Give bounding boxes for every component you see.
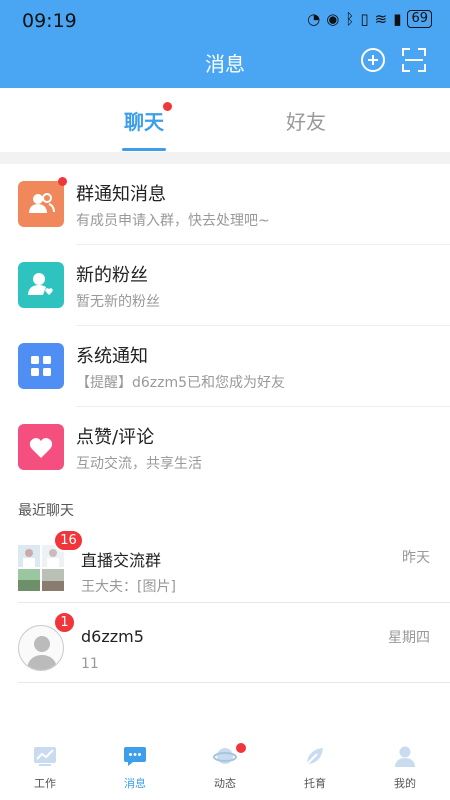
notice-system[interactable]: 系统通知 【提醒】d6zzm5已和您成为好友	[0, 326, 450, 407]
tab-friends[interactable]: 好友	[286, 106, 326, 135]
vibrate-icon: ▯	[360, 10, 369, 28]
active-tab-indicator	[122, 148, 166, 151]
bottom-nav: 工作 消息 动态 托育 我的	[0, 735, 450, 800]
chat-name: d6zzm5	[81, 627, 144, 646]
chat-item-user[interactable]: 1 d6zzm5 11 星期四	[0, 603, 450, 683]
fans-icon	[18, 262, 64, 308]
notice-subtitle: 【提醒】d6zzm5已和您成为好友	[76, 375, 286, 391]
group-avatar	[18, 545, 64, 591]
notice-new-fans[interactable]: 新的粉丝 暂无新的粉丝	[0, 245, 450, 326]
chat-time: 星期四	[388, 630, 430, 646]
chart-icon	[33, 744, 57, 768]
unread-badge: 1	[53, 611, 76, 634]
notice-title: 系统通知	[76, 346, 148, 367]
status-bar: 09:19 ◔ ◉ ᛒ ▯ ≋ ▮ 69	[0, 0, 450, 42]
wifi-icon: ≋	[374, 10, 388, 28]
add-icon[interactable]	[361, 48, 385, 72]
recent-chats-label: 最近聊天	[18, 503, 74, 519]
leaf-icon	[303, 744, 327, 768]
bluetooth-icon: ᛒ	[345, 10, 355, 28]
chat-item-group[interactable]: 16 直播交流群 王大夫：[图片] 昨天	[0, 523, 450, 603]
nav-label: 托育	[304, 777, 326, 790]
status-icons: ◔ ◉ ᛒ ▯ ≋ ▮ 69	[307, 10, 432, 28]
group-icon	[18, 177, 67, 227]
planet-icon	[213, 744, 237, 768]
nav-label: 工作	[34, 777, 56, 790]
nav-profile[interactable]: 我的	[360, 735, 450, 800]
alert-icon: ▮	[393, 10, 402, 28]
chat-last-message: 王大夫：[图片]	[81, 579, 176, 595]
section-divider	[0, 152, 450, 164]
nav-moments[interactable]: 动态	[180, 735, 270, 800]
scan-icon[interactable]	[402, 48, 426, 72]
eye-icon: ◉	[326, 10, 340, 28]
battery-icon: 69	[407, 10, 432, 28]
tab-bar: 聊天 好友	[0, 88, 450, 152]
notice-likes-comments[interactable]: 点赞/评论 互动交流，共享生活	[0, 407, 450, 488]
unread-badge: 16	[53, 529, 84, 552]
chat-last-message: 11	[81, 656, 99, 672]
heart-icon	[18, 424, 64, 470]
nav-messages[interactable]: 消息	[90, 735, 180, 800]
nav-label: 我的	[394, 777, 416, 790]
nav-label: 消息	[124, 777, 146, 790]
chat-name: 直播交流群	[81, 551, 162, 570]
unread-dot	[163, 102, 172, 111]
notice-group-notification[interactable]: 群通知消息 有成员申请入群，快去处理吧~	[0, 164, 450, 245]
chat-time: 昨天	[402, 550, 430, 566]
grid-icon	[18, 343, 64, 389]
unread-dot	[58, 177, 67, 186]
status-time: 09:19	[22, 10, 77, 32]
tab-chat-label: 聊天	[124, 110, 164, 134]
tab-friends-label: 好友	[286, 110, 326, 134]
notice-subtitle: 有成员申请入群，快去处理吧~	[76, 213, 270, 229]
nav-work[interactable]: 工作	[0, 735, 90, 800]
unread-dot	[236, 743, 246, 753]
speed-icon: ◔	[307, 10, 321, 28]
notice-subtitle: 互动交流，共享生活	[76, 456, 202, 472]
chat-bubble-icon	[123, 744, 147, 768]
notice-title: 点赞/评论	[76, 427, 155, 448]
notice-title: 群通知消息	[76, 184, 166, 205]
notice-subtitle: 暂无新的粉丝	[76, 294, 160, 310]
person-icon	[393, 744, 417, 768]
nav-label: 动态	[214, 777, 236, 790]
tab-chat[interactable]: 聊天	[124, 102, 172, 135]
divider	[18, 682, 450, 683]
top-bar: 消息	[0, 42, 450, 88]
nav-childcare[interactable]: 托育	[270, 735, 360, 800]
notice-title: 新的粉丝	[76, 265, 148, 286]
